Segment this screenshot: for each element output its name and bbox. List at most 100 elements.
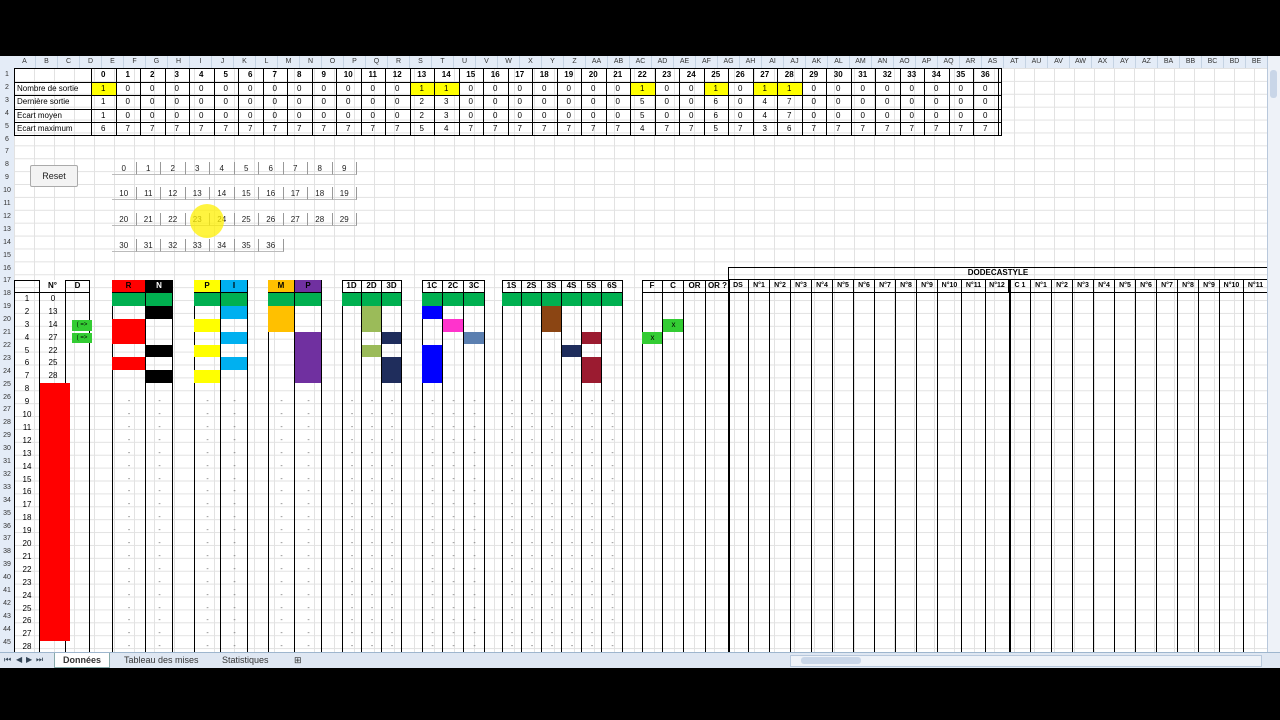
column-header[interactable]: F	[124, 56, 146, 68]
row-header[interactable]: 17	[0, 275, 14, 287]
row-header[interactable]: 33	[0, 482, 14, 494]
last-sheet-icon[interactable]: ⏭	[36, 655, 43, 665]
column-header[interactable]: AH	[740, 56, 762, 68]
horizontal-scroll-thumb[interactable]	[801, 657, 861, 664]
row-header[interactable]: 21	[0, 327, 14, 339]
row-header[interactable]: 32	[0, 469, 14, 481]
row-header[interactable]: 6	[0, 134, 14, 146]
row-header[interactable]: 24	[0, 366, 14, 378]
number-picker-cell[interactable]: 20	[112, 213, 137, 226]
row-header[interactable]: 39	[0, 559, 14, 571]
number-picker-cell[interactable]: 28	[308, 213, 333, 226]
row-header[interactable]: 44	[0, 624, 14, 636]
row-header[interactable]: 20	[0, 314, 14, 326]
number-picker-cell[interactable]: 0	[112, 162, 137, 175]
row-header[interactable]: 2	[0, 82, 14, 94]
number-picker-cell[interactable]: 36	[259, 239, 284, 252]
row-header[interactable]: 16	[0, 263, 14, 275]
column-header[interactable]: BB	[1180, 56, 1202, 68]
column-header[interactable]: AS	[982, 56, 1004, 68]
number-picker-cell[interactable]: 8	[308, 162, 333, 175]
column-header[interactable]: B	[36, 56, 58, 68]
tab-donnees[interactable]: Données	[54, 653, 111, 668]
row-header[interactable]: 9	[0, 172, 14, 184]
row-header[interactable]: 45	[0, 637, 14, 649]
column-header[interactable]: P	[344, 56, 366, 68]
number-picker-cell[interactable]: 35	[234, 239, 259, 252]
number-picker-cell[interactable]: 32	[161, 239, 186, 252]
number-picker-cell[interactable]: 13	[185, 187, 210, 200]
row-header[interactable]: 31	[0, 456, 14, 468]
number-picker-cell[interactable]: 3	[185, 162, 210, 175]
row-header[interactable]: 29	[0, 430, 14, 442]
column-header[interactable]: AU	[1026, 56, 1048, 68]
column-header[interactable]: W	[498, 56, 520, 68]
number-picker-cell[interactable]: 27	[283, 213, 308, 226]
column-header[interactable]: BE	[1246, 56, 1268, 68]
number-picker-cell[interactable]: 14	[210, 187, 235, 200]
column-header[interactable]: A	[14, 56, 36, 68]
number-picker-cell[interactable]: 18	[308, 187, 333, 200]
column-header[interactable]: R	[388, 56, 410, 68]
column-header[interactable]: AY	[1114, 56, 1136, 68]
column-header[interactable]: AD	[652, 56, 674, 68]
row-header[interactable]: 3	[0, 95, 14, 107]
number-picker-cell[interactable]: 33	[185, 239, 210, 252]
column-header[interactable]: AP	[916, 56, 938, 68]
row-header[interactable]: 23	[0, 353, 14, 365]
column-header[interactable]: AG	[718, 56, 740, 68]
column-header[interactable]: Q	[366, 56, 388, 68]
column-header[interactable]: V	[476, 56, 498, 68]
row-header[interactable]: 43	[0, 611, 14, 623]
column-header[interactable]: N	[300, 56, 322, 68]
column-header[interactable]: H	[168, 56, 190, 68]
number-picker-cell[interactable]: 19	[332, 187, 357, 200]
spreadsheet[interactable]: A B C D E F G H I J K L M N O P Q R S T U V W X Y Z AA AB AC AD AE AF AG…	[0, 56, 1280, 667]
column-header[interactable]: AX	[1092, 56, 1114, 68]
tab-statistiques[interactable]: Statistiques	[214, 653, 277, 667]
row-header[interactable]: 7	[0, 146, 14, 158]
number-picker-cell[interactable]: 21	[136, 213, 161, 226]
number-picker-cell[interactable]: 34	[210, 239, 235, 252]
row-header[interactable]: 35	[0, 508, 14, 520]
number-picker-cell[interactable]: 7	[283, 162, 308, 175]
number-picker-cell[interactable]: 16	[259, 187, 284, 200]
column-header[interactable]: J	[212, 56, 234, 68]
column-header[interactable]: AN	[872, 56, 894, 68]
column-header[interactable]: Y	[542, 56, 564, 68]
prev-sheet-icon[interactable]: ◀	[16, 655, 22, 664]
column-header[interactable]: AB	[608, 56, 630, 68]
row-header[interactable]: 14	[0, 237, 14, 249]
number-picker-cell[interactable]: 6	[259, 162, 284, 175]
row-header[interactable]: 37	[0, 533, 14, 545]
row-header[interactable]: 13	[0, 224, 14, 236]
number-picker-cell[interactable]: 11	[136, 187, 161, 200]
number-picker-cell[interactable]: 4	[210, 162, 235, 175]
number-picker-cell[interactable]: 1	[136, 162, 161, 175]
column-header[interactable]: AR	[960, 56, 982, 68]
column-header[interactable]: U	[454, 56, 476, 68]
vertical-scroll-thumb[interactable]	[1270, 70, 1277, 98]
column-header[interactable]: T	[432, 56, 454, 68]
column-header[interactable]: AC	[630, 56, 652, 68]
column-header[interactable]: BD	[1224, 56, 1246, 68]
next-sheet-icon[interactable]: ▶	[26, 655, 32, 664]
row-header[interactable]: 8	[0, 159, 14, 171]
column-header[interactable]: E	[102, 56, 124, 68]
row-header[interactable]: 40	[0, 572, 14, 584]
column-header[interactable]: AZ	[1136, 56, 1158, 68]
column-header[interactable]: AK	[806, 56, 828, 68]
row-header[interactable]: 38	[0, 546, 14, 558]
column-header[interactable]: Z	[564, 56, 586, 68]
column-header[interactable]: L	[256, 56, 278, 68]
column-header[interactable]: AW	[1070, 56, 1092, 68]
number-picker-cell[interactable]: 17	[283, 187, 308, 200]
number-picker-cell[interactable]: 30	[112, 239, 137, 252]
column-header[interactable]: G	[146, 56, 168, 68]
number-picker-cell[interactable]: 12	[161, 187, 186, 200]
number-picker-cell[interactable]: 5	[234, 162, 259, 175]
insert-sheet-icon[interactable]: ⊞	[286, 653, 310, 667]
row-header[interactable]: 18	[0, 288, 14, 300]
column-header[interactable]: AA	[586, 56, 608, 68]
row-header[interactable]: 10	[0, 185, 14, 197]
